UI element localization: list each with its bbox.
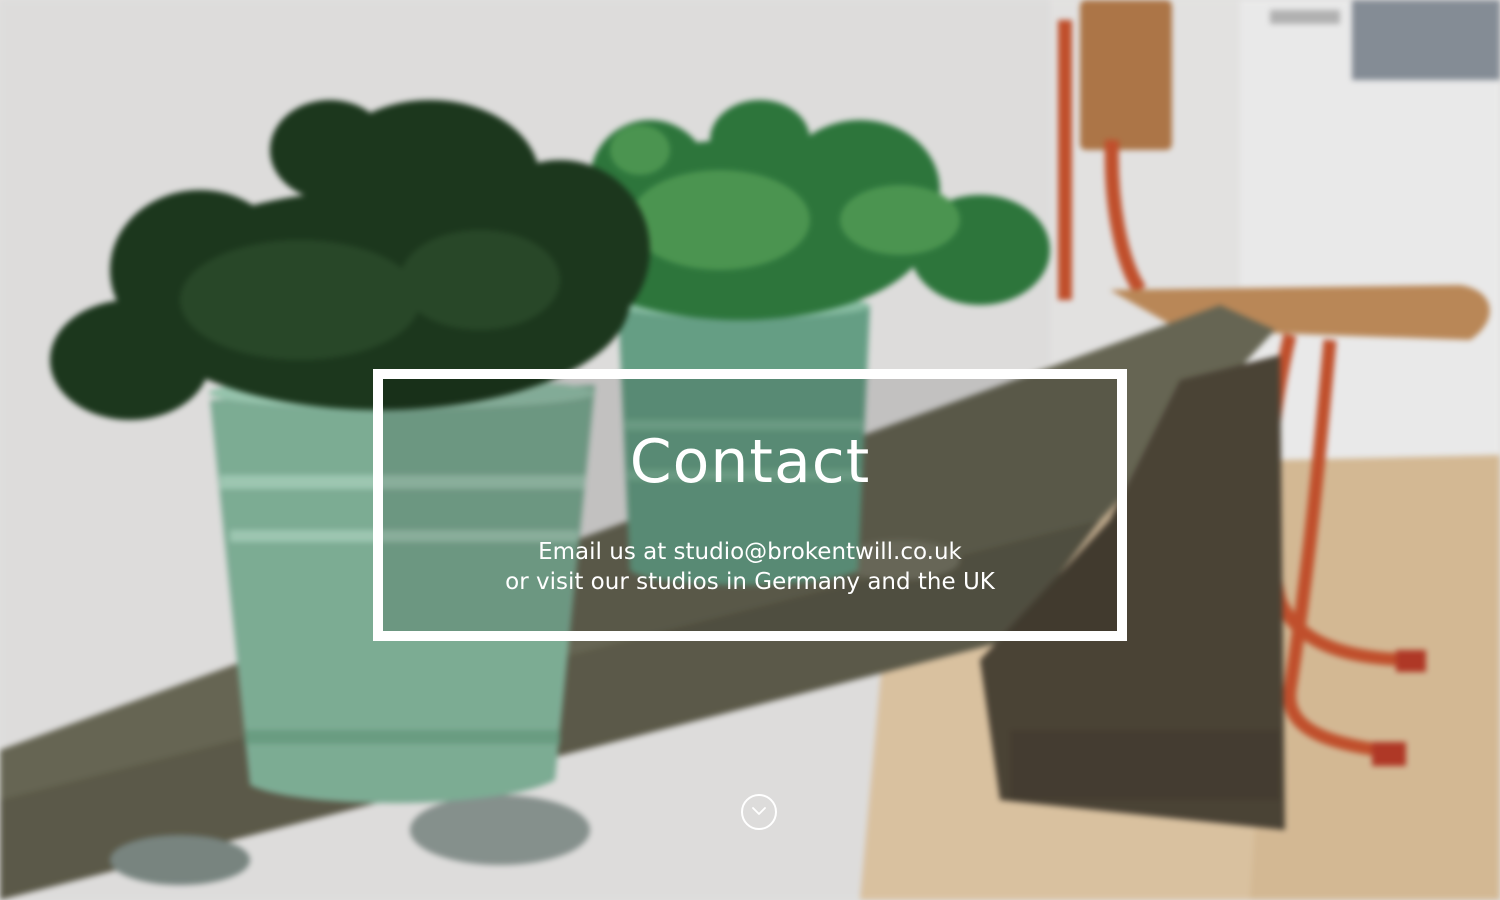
page-title: Contact: [629, 427, 871, 497]
email-line[interactable]: Email us at studio@brokentwill.co.uk: [383, 537, 1117, 567]
contact-description: Email us at studio@brokentwill.co.uk or …: [383, 537, 1117, 597]
studios-line: or visit our studios in Germany and the …: [505, 569, 995, 595]
hero-section: Contact Email us at studio@brokentwill.c…: [0, 0, 1500, 900]
scroll-down-button[interactable]: [741, 794, 777, 830]
chevron-down-icon: [752, 807, 766, 815]
contact-box: Contact Email us at studio@brokentwill.c…: [373, 369, 1127, 641]
